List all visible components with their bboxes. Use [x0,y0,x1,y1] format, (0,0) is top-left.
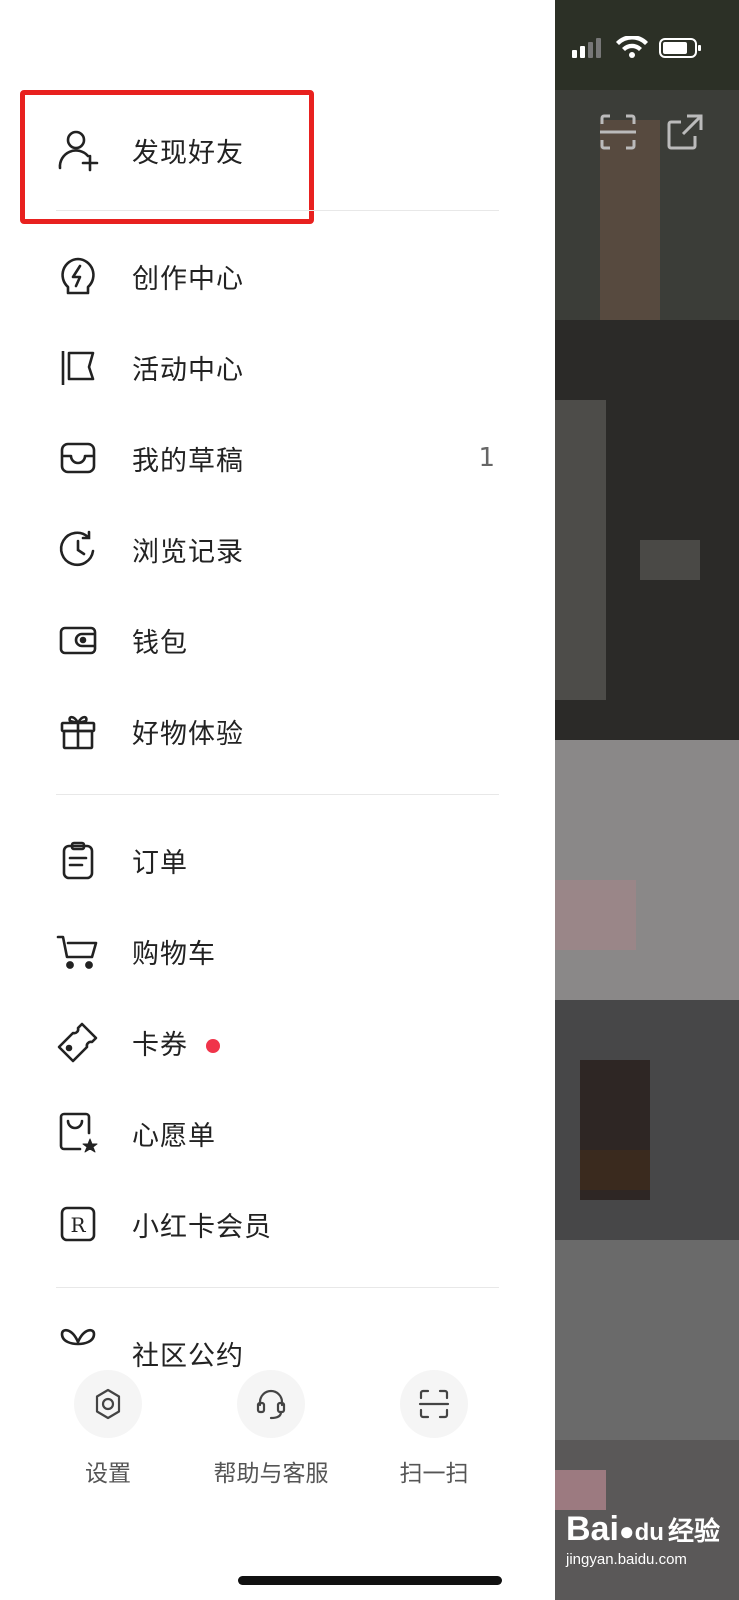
status-bar [572,35,702,64]
menu-item-trial[interactable]: 好物体验 [0,691,555,771]
menu-label: 卡券 [132,1023,220,1062]
menu-item-orders[interactable]: 订单 [0,820,555,900]
menu-item-wallet[interactable]: 钱包 [0,600,555,680]
menu-label: 心愿单 [132,1120,216,1152]
share-icon[interactable] [665,112,705,156]
menu-label: 发现好友 [132,137,244,169]
scan-button[interactable]: 扫一扫 [359,1370,509,1488]
divider [56,1287,499,1288]
watermark-suffix: 经验 [667,1516,720,1546]
help-button[interactable]: 帮助与客服 [196,1370,346,1488]
menu-label: 创作中心 [132,263,244,295]
clock-history-icon [56,527,100,571]
menu-item-history[interactable]: 浏览记录 [0,509,555,589]
menu-item-coupons[interactable]: 卡券 [0,1002,555,1082]
menu-label: 浏览记录 [132,536,244,568]
ticket-icon [56,1020,100,1064]
help-label: 帮助与客服 [213,1461,329,1487]
drafts-count: 1 [478,443,495,473]
wishlist-bag-icon [56,1111,100,1155]
gear-icon [95,1388,121,1420]
settings-label: 设置 [85,1461,131,1487]
side-drawer: 发现好友 创作中心 活动中心 我的草稿 1 浏览记录 钱包 好物体验 订单 购物… [0,0,555,1600]
scan-icon-wrap [400,1370,468,1438]
scan-icon[interactable] [598,112,638,156]
menu-label: 订单 [132,847,188,879]
clipboard-icon [56,838,100,882]
wallet-icon [56,618,100,662]
cart-icon [56,929,100,973]
menu-item-drafts[interactable]: 我的草稿 1 [0,418,555,498]
menu-label: 我的草稿 [132,445,244,477]
menu-item-find-friends[interactable]: 发现好友 [0,110,555,190]
lightbulb-icon [56,254,100,298]
menu-label: 小红卡会员 [132,1211,272,1243]
inbox-icon [56,436,100,480]
help-icon-wrap [237,1370,305,1438]
gift-icon [56,709,100,753]
settings-button[interactable]: 设置 [33,1370,183,1488]
butterfly-icon [56,1320,100,1364]
add-user-icon [56,128,100,172]
scan-label: 扫一扫 [399,1461,469,1487]
settings-icon-wrap [74,1370,142,1438]
menu-label: 活动中心 [132,354,244,386]
watermark-brand: Bai [566,1510,619,1548]
menu-item-wishlist[interactable]: 心愿单 [0,1093,555,1173]
menu-label: 社区公约 [132,1341,244,1372]
bottom-action-bar: 设置 帮助与客服 扫一扫 [0,1370,555,1522]
menu-item-community[interactable]: 社区公约 [0,1312,555,1372]
headset-icon [256,1389,286,1420]
watermark-url: jingyan.baidu.com [566,1551,687,1568]
menu-label: 好物体验 [132,718,244,750]
notification-dot [206,1039,220,1053]
divider [56,210,499,211]
scan-frame-icon [418,1389,450,1419]
coupons-label: 卡券 [132,1029,188,1061]
menu-label: 钱包 [132,627,188,659]
flag-icon [56,345,100,389]
baidu-watermark: Bai●du 经验 jingyan.baidu.com [566,1510,720,1568]
paw-icon: ● [618,1516,635,1546]
menu-label: 购物车 [132,938,216,970]
menu-item-cart[interactable]: 购物车 [0,911,555,991]
redcard-r-icon: R [56,1202,100,1246]
menu-item-redcard[interactable]: R 小红卡会员 [0,1184,555,1264]
home-indicator [238,1576,502,1585]
menu-item-activity-center[interactable]: 活动中心 [0,327,555,407]
menu-item-creator-center[interactable]: 创作中心 [0,236,555,316]
watermark-brand2: du [634,1519,664,1546]
divider [56,794,499,795]
svg-text:R: R [70,1213,86,1237]
